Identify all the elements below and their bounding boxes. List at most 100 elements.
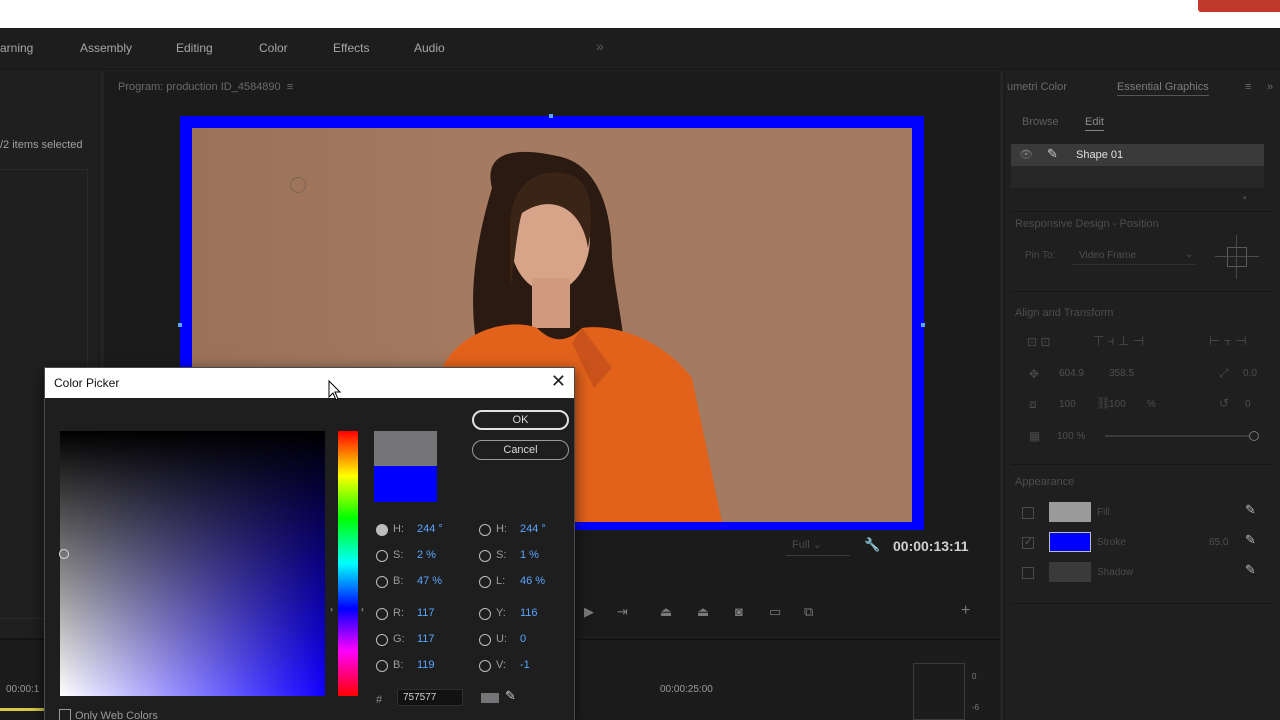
hsl-l-value[interactable]: 46 % (520, 575, 545, 587)
hsb-h-value[interactable]: 244 ° (417, 523, 443, 535)
tab-editing[interactable]: Editing (176, 41, 213, 55)
shadow-swatch[interactable] (1049, 562, 1091, 582)
hsl-s-radio[interactable] (479, 550, 491, 562)
rgb-r-radio[interactable] (376, 608, 388, 620)
tab-color[interactable]: Color (259, 41, 288, 55)
hsb-s-radio[interactable] (376, 550, 388, 562)
hsl-l-radio[interactable] (479, 576, 491, 588)
opacity-slider-track[interactable] (1105, 435, 1251, 437)
multi-view-icon[interactable]: ⧉ (804, 604, 813, 620)
anchor-point-icon[interactable] (290, 177, 306, 193)
position-y[interactable]: 358.5 (1109, 368, 1134, 379)
rgb-g-value[interactable]: 117 (417, 633, 435, 645)
stroke-swatch[interactable] (1049, 532, 1091, 552)
rotate-icon[interactable]: ↺ (1219, 396, 1229, 410)
anchor-icon[interactable]: ⤢ (1219, 366, 1229, 381)
rgb-g-radio[interactable] (376, 634, 388, 646)
move-icon[interactable]: ✥ (1029, 367, 1039, 381)
scale-width[interactable]: 100 (1059, 399, 1076, 410)
pin-widget-icon[interactable] (1213, 233, 1261, 281)
stroke-width[interactable]: 65.0 (1209, 537, 1228, 548)
eye-icon[interactable]: 👁 (1019, 148, 1033, 161)
double-chevron-right-icon[interactable]: » (1267, 81, 1273, 93)
yuv-v-radio[interactable] (479, 660, 491, 672)
timeline-work-area-bar[interactable] (0, 708, 44, 711)
resolution-select[interactable]: Full ⌄ (786, 538, 850, 556)
hsl-h-radio[interactable] (479, 524, 491, 536)
yuv-u-value[interactable]: 0 (520, 633, 526, 645)
frame-handle-right[interactable] (921, 323, 925, 327)
fill-swatch[interactable] (1049, 502, 1091, 522)
fill-checkbox[interactable] (1022, 507, 1034, 519)
new-layer-icon[interactable]: ▪ (1243, 193, 1247, 204)
yuv-v-value[interactable]: -1 (520, 659, 530, 671)
hue-arrow-right-icon[interactable]: ‹ (361, 604, 364, 614)
rgb-b-radio[interactable] (376, 660, 388, 672)
only-web-colors-checkbox[interactable] (59, 709, 71, 720)
scale-height[interactable]: 100 (1109, 399, 1126, 410)
scale-icon[interactable]: ⧈ (1029, 397, 1037, 412)
tab-assembly[interactable]: Assembly (80, 41, 132, 55)
lift-icon[interactable]: ⏏ (660, 604, 672, 620)
camera-icon[interactable]: ◙ (735, 604, 743, 619)
distribute-icons[interactable]: ⊢ ⫟ ⊣ (1209, 333, 1247, 349)
program-title[interactable]: Program: production ID_4584890 ≡ (118, 81, 293, 93)
yuv-y-radio[interactable] (479, 608, 491, 620)
align-icons[interactable]: ⊤ ⫞ ⊥ ⊣ (1093, 333, 1144, 349)
eyedropper-icon[interactable]: ✎ (1245, 502, 1256, 518)
play-icon[interactable]: ▶ (584, 604, 594, 620)
hsb-h-radio[interactable] (376, 524, 388, 536)
pin-to-select[interactable]: Video Frame ⌄ (1071, 245, 1197, 265)
comparison-view-icon[interactable]: ▭ (769, 604, 781, 620)
tab-effects[interactable]: Effects (333, 41, 369, 55)
eyedropper-icon[interactable]: ✎ (1245, 532, 1256, 548)
panel-menu-icon[interactable]: ≡ (1245, 81, 1251, 93)
double-chevron-right-icon[interactable]: » (596, 38, 604, 54)
ok-button[interactable]: OK (472, 410, 569, 430)
layer-row-shape[interactable]: 👁 ✎ Shape 01 (1011, 144, 1264, 166)
tab-lumetri-color[interactable]: umetri Color (1007, 81, 1067, 93)
hsl-s-value[interactable]: 1 % (520, 549, 539, 561)
anchor-value[interactable]: 0.0 (1243, 368, 1257, 379)
playhead-timecode[interactable]: 00:00:13:11 (893, 538, 969, 554)
notification-badge[interactable] (1198, 0, 1280, 12)
rgb-b-value[interactable]: 119 (417, 659, 435, 671)
eyedropper-icon[interactable]: ✎ (505, 688, 516, 704)
cancel-button[interactable]: Cancel (472, 440, 569, 460)
hsb-b-radio[interactable] (376, 576, 388, 588)
hsb-b-value[interactable]: 47 % (417, 575, 442, 587)
yuv-y-value[interactable]: 116 (520, 607, 538, 619)
eyedropper-icon[interactable]: ✎ (1245, 562, 1256, 578)
only-web-colors-option[interactable]: Only Web Colors (59, 709, 158, 720)
yuv-u-radio[interactable] (479, 634, 491, 646)
frame-handle-top[interactable] (549, 114, 553, 118)
shadow-checkbox[interactable] (1022, 567, 1034, 579)
saturation-brightness-field[interactable] (60, 431, 325, 696)
close-icon[interactable]: ✕ (551, 371, 566, 392)
stroke-checkbox[interactable]: ✓ (1022, 536, 1034, 549)
frame-handle-left[interactable] (178, 323, 182, 327)
dialog-titlebar[interactable]: Color Picker ✕ (45, 368, 574, 398)
tab-browse[interactable]: Browse (1022, 116, 1059, 128)
position-x[interactable]: 604.9 (1059, 368, 1084, 379)
tab-essential-graphics[interactable]: Essential Graphics (1117, 81, 1209, 96)
original-color-swatch[interactable] (374, 466, 437, 502)
add-button-icon[interactable]: + (961, 602, 970, 620)
tab-audio[interactable]: Audio (414, 41, 445, 55)
hsb-s-value[interactable]: 2 % (417, 549, 436, 561)
wrench-icon[interactable]: 🔧 (864, 537, 880, 553)
extract-icon[interactable]: ⏏ (697, 604, 709, 620)
tab-learning[interactable]: arning (0, 41, 33, 55)
hue-slider[interactable] (338, 431, 358, 696)
opacity-value[interactable]: 100 % (1057, 431, 1085, 442)
rotation-value[interactable]: 0 (1245, 399, 1251, 410)
hex-input[interactable]: 757577 (397, 689, 463, 706)
hsl-h-value[interactable]: 244 ° (520, 523, 546, 535)
step-forward-icon[interactable]: ⇥ (617, 604, 628, 620)
color-field-marker[interactable] (59, 549, 69, 559)
rgb-r-value[interactable]: 117 (417, 607, 435, 619)
opacity-slider-knob[interactable] (1249, 431, 1259, 441)
align-vertical-icon[interactable]: ⊡ ⊡ (1027, 335, 1050, 349)
hue-arrow-left-icon[interactable]: › (330, 604, 333, 614)
tab-edit[interactable]: Edit (1085, 116, 1104, 131)
